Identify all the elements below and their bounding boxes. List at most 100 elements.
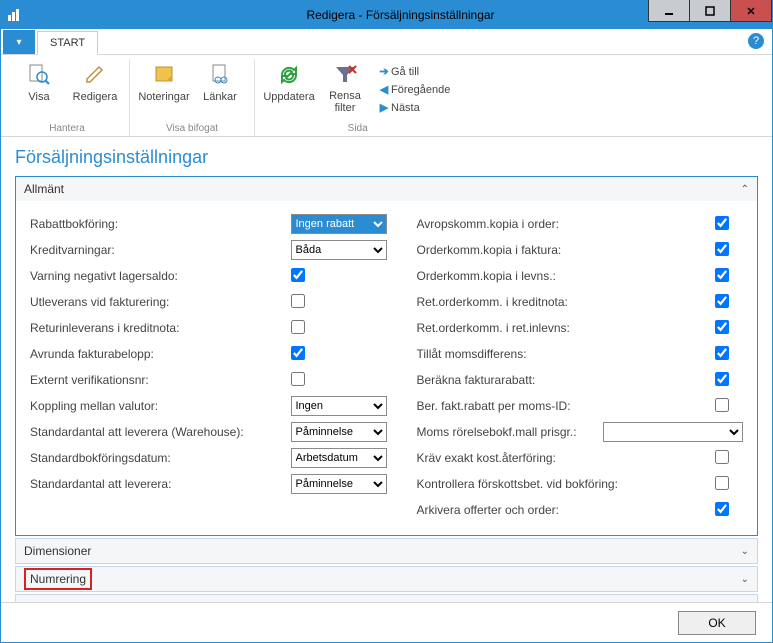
label-momsmall: Moms rörelsebokf.mall prisgr.: [417, 425, 604, 439]
funnel-clear-icon [331, 61, 359, 89]
label-berfakt: Ber. fakt.rabatt per moms-ID: [417, 399, 716, 413]
check-berfakt[interactable] [715, 398, 729, 412]
next-button[interactable]: ▶Nästa [377, 99, 450, 117]
app-window: Redigera - Försäljningsinställningar ▾ S… [0, 0, 773, 643]
section-header-numrering[interactable]: Numrering ⌄ [16, 567, 757, 591]
refresh-icon [275, 61, 303, 89]
label-stdbok: Standardbokföringsdatum: [30, 451, 291, 465]
check-retinlevns[interactable] [715, 320, 729, 334]
label-arkivera: Arkivera offerter och order: [417, 503, 716, 517]
link-page-icon [206, 61, 234, 89]
label-avrunda: Avrunda fakturabelopp: [30, 347, 291, 361]
label-rabatt: Rabattbokföring: [30, 217, 291, 231]
app-icon [1, 1, 29, 29]
label-returinl: Returinleverans i kreditnota: [30, 321, 291, 335]
chevron-down-icon: ⌄ [741, 574, 749, 585]
minimize-button[interactable] [648, 0, 690, 22]
section-header-bakgrund[interactable]: Bakgrundsbokföring ⌄ [16, 595, 757, 602]
clear-filter-button[interactable]: Rensa filter [317, 59, 373, 120]
section-header-dimensioner[interactable]: Dimensioner ⌄ [16, 539, 757, 563]
check-avrunda[interactable] [291, 346, 305, 360]
label-externt: Externt verifikationsnr: [30, 373, 291, 387]
check-utlev[interactable] [291, 294, 305, 308]
arrow-right-icon: ➔ [377, 65, 391, 78]
label-retkredit: Ret.orderkomm. i kreditnota: [417, 295, 716, 309]
col-right: Avropskomm.kopia i order: Orderkomm.kopi… [387, 211, 744, 523]
check-arkivera[interactable] [715, 502, 729, 516]
check-orderfakt[interactable] [715, 242, 729, 256]
check-externt[interactable] [291, 372, 305, 386]
section-header-allmant[interactable]: Allmänt ⌃ [16, 177, 757, 201]
help-icon[interactable]: ? [748, 33, 764, 49]
label-utlev: Utleverans vid fakturering: [30, 295, 291, 309]
section-numrering: Numrering ⌄ [15, 566, 758, 592]
label-stdantal-wh: Standardantal att leverera (Warehouse): [30, 425, 291, 439]
check-kravexakt[interactable] [715, 450, 729, 464]
notes-button[interactable]: Noteringar [136, 59, 192, 120]
refresh-button[interactable]: Uppdatera [261, 59, 317, 120]
tab-start[interactable]: START [37, 31, 98, 55]
links-button[interactable]: Länkar [192, 59, 248, 120]
maximize-button[interactable] [689, 0, 731, 22]
label-koppling: Koppling mellan valutor: [30, 399, 291, 413]
label-orderlevns: Orderkomm.kopia i levns.: [417, 269, 716, 283]
edit-button[interactable]: Redigera [67, 59, 123, 120]
ok-button[interactable]: OK [678, 611, 756, 635]
check-retkredit[interactable] [715, 294, 729, 308]
label-kravexakt: Kräv exakt kost.återföring: [417, 451, 716, 465]
check-tillatmoms[interactable] [715, 346, 729, 360]
label-varning-neg: Varning negativt lagersaldo: [30, 269, 291, 283]
section-body-allmant: Rabattbokföring: Ingen rabatt Kreditvarn… [16, 201, 757, 535]
chevron-down-icon: ⌄ [741, 602, 749, 603]
close-button[interactable] [730, 0, 772, 22]
titlebar: Redigera - Försäljningsinställningar [1, 1, 772, 29]
check-kontroll[interactable] [715, 476, 729, 490]
select-koppling[interactable]: Ingen [291, 396, 387, 416]
goto-button[interactable]: ➔Gå till [377, 63, 450, 81]
note-icon [150, 61, 178, 89]
ribbon-group-hantera: Visa Redigera Hantera [5, 59, 130, 136]
label-stdantal: Standardantal att leverera: [30, 477, 291, 491]
ribbon-group-bifogat: Noteringar Länkar Visa bifogat [130, 59, 255, 136]
check-berakna[interactable] [715, 372, 729, 386]
label-kreditv: Kreditvarningar: [30, 243, 291, 257]
triangle-left-icon: ◀ [377, 83, 391, 96]
select-stdantal-wh[interactable]: Påminnelse [291, 422, 387, 442]
select-stdbok[interactable]: Arbetsdatum [291, 448, 387, 468]
group-label-hantera: Hantera [49, 120, 85, 136]
previous-button[interactable]: ◀Föregående [377, 81, 450, 99]
label-avrop: Avropskomm.kopia i order: [417, 217, 716, 231]
magnifier-page-icon [25, 61, 53, 89]
ribbon-tabstrip: ▾ START ? [1, 29, 772, 55]
pencil-icon [81, 61, 109, 89]
ribbon-group-sida: Uppdatera Rensa filter ➔Gå till ◀Föregåe… [255, 59, 460, 136]
check-orderlevns[interactable] [715, 268, 729, 282]
section-bakgrund: Bakgrundsbokföring ⌄ [15, 594, 758, 602]
select-kreditv[interactable]: Båda [291, 240, 387, 260]
col-left: Rabattbokföring: Ingen rabatt Kreditvarn… [30, 211, 387, 523]
select-rabatt[interactable]: Ingen rabatt [291, 214, 387, 234]
label-tillatmoms: Tillåt momsdifferens: [417, 347, 716, 361]
label-retinlevns: Ret.orderkomm. i ret.inlevns: [417, 321, 716, 335]
check-avrop[interactable] [715, 216, 729, 230]
window-buttons [649, 0, 772, 22]
label-kontroll: Kontrollera förskottsbet. vid bokföring: [417, 477, 716, 491]
group-label-bifogat: Visa bifogat [166, 120, 218, 136]
label-orderfakt: Orderkomm.kopia i faktura: [417, 243, 716, 257]
page-title: Försäljningsinställningar [15, 147, 758, 168]
nav-list: ➔Gå till ◀Föregående ▶Nästa [373, 59, 454, 120]
chevron-down-icon: ⌄ [741, 546, 749, 557]
check-returinl[interactable] [291, 320, 305, 334]
label-berakna: Beräkna fakturarabatt: [417, 373, 716, 387]
file-menu[interactable]: ▾ [3, 30, 35, 54]
triangle-right-icon: ▶ [377, 101, 391, 114]
check-varning-neg[interactable] [291, 268, 305, 282]
chevron-up-icon: ⌃ [741, 184, 749, 195]
select-momsmall[interactable] [603, 422, 743, 442]
dialog-footer: OK [1, 602, 772, 642]
numrering-label-highlight: Numrering [24, 568, 92, 590]
group-label-sida: Sida [348, 120, 368, 136]
view-button[interactable]: Visa [11, 59, 67, 120]
select-stdantal[interactable]: Påminnelse [291, 474, 387, 494]
section-allmant: Allmänt ⌃ Rabattbokföring: Ingen rabatt … [15, 176, 758, 536]
